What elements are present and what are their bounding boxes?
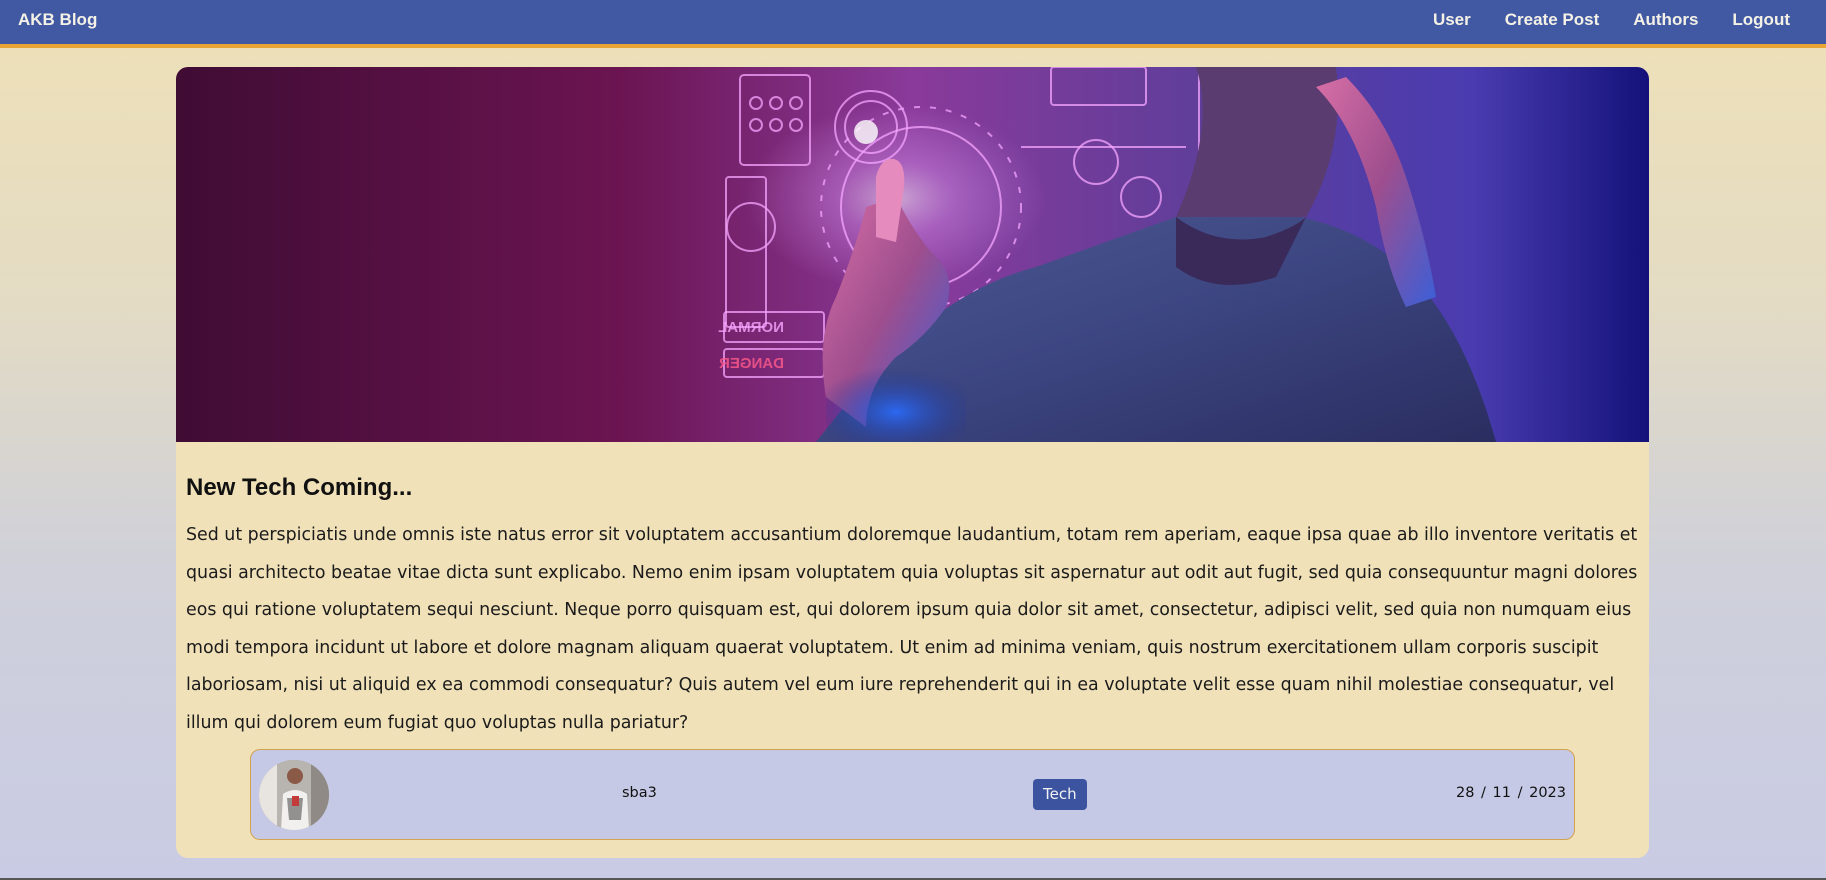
category-tag-button[interactable]: Tech: [1033, 779, 1087, 810]
nav-link-authors[interactable]: Authors: [1633, 10, 1698, 30]
brand-link[interactable]: AKB Blog: [18, 10, 97, 30]
post-meta-bar: sba3 Tech 28 / 11 / 2023: [250, 749, 1575, 840]
nav-link-create-post[interactable]: Create Post: [1505, 10, 1599, 30]
post-author[interactable]: sba3: [622, 785, 657, 801]
author-avatar[interactable]: [259, 760, 329, 830]
post-hero-image: NORMAL DANGER: [176, 67, 1649, 442]
nav-link-user[interactable]: User: [1433, 10, 1471, 30]
nav-link-logout[interactable]: Logout: [1732, 10, 1790, 30]
nav-links: User Create Post Authors Logout: [1433, 10, 1790, 30]
post-body: Sed ut perspiciatis unde omnis iste natu…: [186, 525, 1638, 733]
post-card: NORMAL DANGER New Tech Coming... Sed ut …: [176, 67, 1649, 858]
post-title: New Tech Coming...: [186, 474, 413, 501]
hud-danger-label: DANGER: [719, 355, 784, 372]
post-date: 28 / 11 / 2023: [1455, 785, 1566, 801]
hud-normal-label: NORMAL: [718, 319, 784, 336]
top-navbar: AKB Blog User Create Post Authors Logout: [0, 0, 1826, 48]
